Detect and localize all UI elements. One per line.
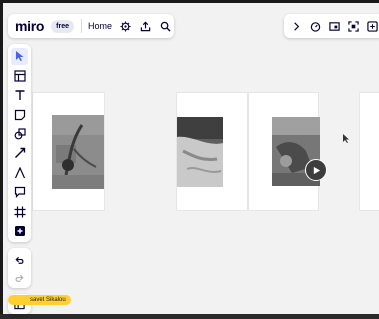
board-frame-4[interactable] xyxy=(359,92,379,211)
top-right-toolbar xyxy=(284,14,379,38)
collaborator-cursor-label: savet Sikalou xyxy=(8,295,71,305)
sticky-note-tool[interactable] xyxy=(11,106,28,123)
chevron-right-icon[interactable] xyxy=(290,20,303,33)
timer-icon[interactable] xyxy=(309,20,322,33)
more-icon[interactable] xyxy=(366,20,379,33)
templates-tool[interactable] xyxy=(11,67,28,84)
tool-rail xyxy=(8,44,31,242)
pen-tool[interactable] xyxy=(11,164,28,181)
settings-icon[interactable] xyxy=(119,20,132,33)
shapes-tool[interactable] xyxy=(11,126,28,143)
history-panel xyxy=(8,248,31,288)
present-icon[interactable] xyxy=(328,20,341,33)
screen-edge-left xyxy=(0,0,3,319)
screen-edge-bottom xyxy=(0,314,379,319)
redo-icon[interactable] xyxy=(11,270,28,286)
connection-line-tool[interactable] xyxy=(11,145,28,162)
add-more-tools-button[interactable] xyxy=(11,223,28,240)
top-toolbar: miro free Home xyxy=(8,14,174,38)
select-tool[interactable] xyxy=(11,48,28,65)
play-video-button[interactable] xyxy=(305,159,327,181)
frame-tool[interactable] xyxy=(11,203,28,220)
screen-edge-top xyxy=(0,0,379,3)
toolbar-divider xyxy=(80,19,82,33)
plan-badge[interactable]: free xyxy=(51,19,74,33)
miro-logo[interactable]: miro xyxy=(15,18,44,34)
home-link[interactable]: Home xyxy=(88,21,112,31)
undo-icon[interactable] xyxy=(11,252,28,268)
share-upload-icon[interactable] xyxy=(139,20,152,33)
comment-tool[interactable] xyxy=(11,184,28,201)
text-tool[interactable] xyxy=(11,87,28,104)
mouse-cursor-icon xyxy=(343,134,349,143)
board-image-1[interactable] xyxy=(52,115,104,189)
search-icon[interactable] xyxy=(159,20,172,33)
focus-icon[interactable] xyxy=(347,20,360,33)
board-image-2[interactable] xyxy=(177,117,223,187)
